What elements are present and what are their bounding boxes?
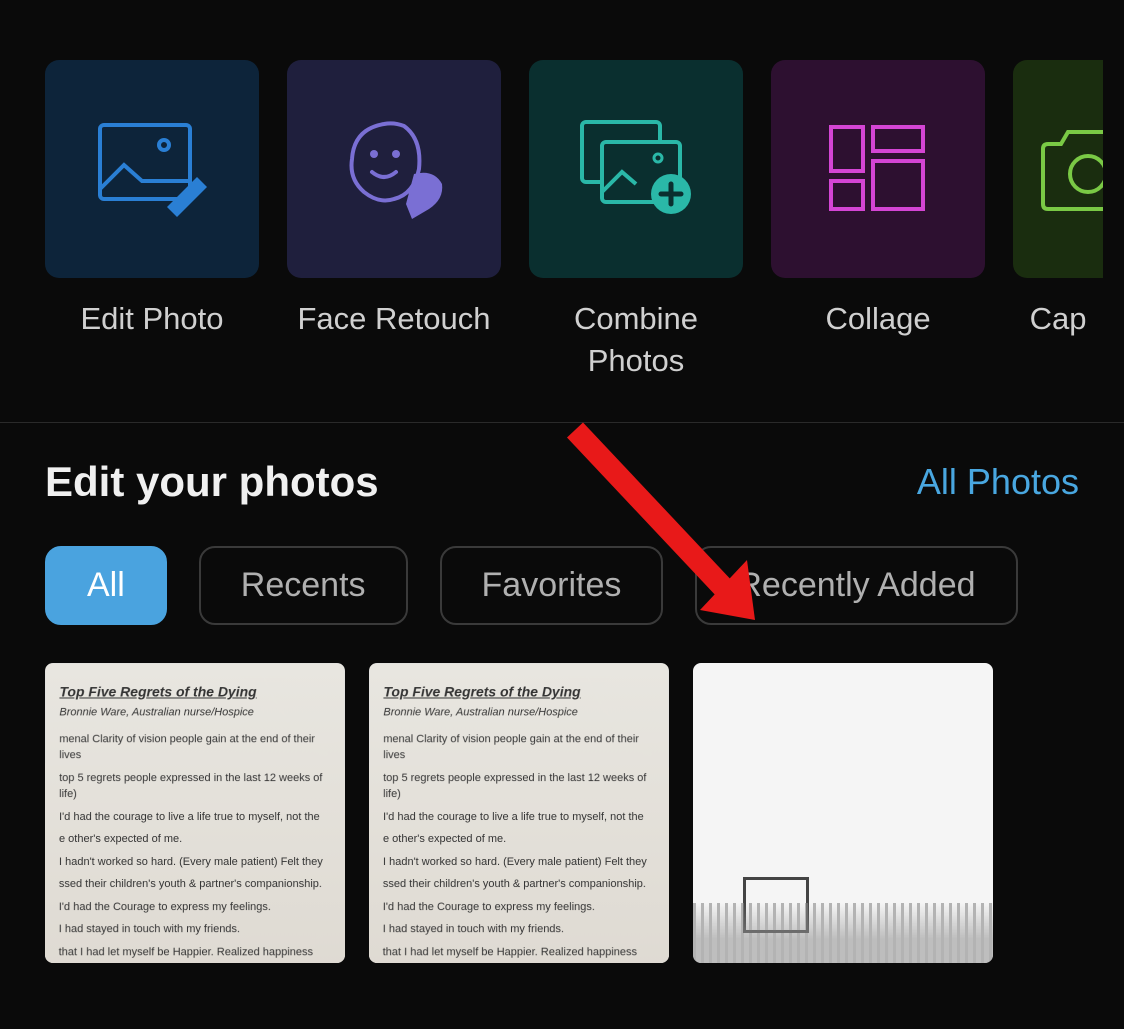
- tool-capture-partial[interactable]: Cap: [1013, 60, 1103, 382]
- photo-thumbnail[interactable]: Top Five Regrets of the Dying Bronnie Wa…: [45, 663, 345, 963]
- tool-tile-combine-photos[interactable]: [529, 60, 743, 278]
- photo-thumbnail[interactable]: Top Five Regrets of the Dying Bronnie Wa…: [369, 663, 669, 963]
- tool-label: Cap: [1030, 298, 1087, 340]
- tool-face-retouch[interactable]: Face Retouch: [287, 60, 501, 382]
- collage-icon: [823, 119, 933, 219]
- tool-label: Face Retouch: [298, 298, 491, 340]
- section-title: Edit your photos: [45, 458, 379, 506]
- camera-icon: [1033, 124, 1103, 214]
- edit-photo-icon: [92, 117, 212, 222]
- filter-all[interactable]: All: [45, 546, 167, 625]
- thumbnail-grid: Top Five Regrets of the Dying Bronnie Wa…: [45, 663, 1079, 963]
- tool-tile-edit-photo[interactable]: [45, 60, 259, 278]
- tool-tile-face-retouch[interactable]: [287, 60, 501, 278]
- tool-combine-photos[interactable]: Combine Photos: [529, 60, 743, 382]
- face-retouch-icon: [334, 114, 454, 224]
- thumbnail-content: Top Five Regrets of the Dying Bronnie Wa…: [369, 663, 669, 962]
- tool-collage[interactable]: Collage: [771, 60, 985, 382]
- photos-header: Edit your photos All Photos: [45, 458, 1079, 506]
- filter-recently-added[interactable]: Recently Added: [695, 546, 1017, 625]
- thumbnail-content: Top Five Regrets of the Dying Bronnie Wa…: [45, 663, 345, 962]
- tool-tile-capture[interactable]: [1013, 60, 1103, 278]
- tool-edit-photo[interactable]: Edit Photo: [45, 60, 259, 382]
- photos-section: Edit your photos All Photos All Recents …: [0, 423, 1124, 993]
- combine-photos-icon: [574, 114, 699, 224]
- filter-favorites[interactable]: Favorites: [440, 546, 664, 625]
- tool-label: Collage: [825, 298, 930, 340]
- tool-tile-collage[interactable]: [771, 60, 985, 278]
- tools-carousel: Edit Photo Face Retouch Combine: [0, 0, 1124, 412]
- photo-thumbnail[interactable]: [693, 663, 993, 963]
- tool-label: Edit Photo: [80, 298, 223, 340]
- filter-pills: All Recents Favorites Recently Added: [45, 546, 1079, 625]
- all-photos-link[interactable]: All Photos: [917, 461, 1079, 503]
- tool-label: Combine Photos: [529, 298, 743, 382]
- filter-recents[interactable]: Recents: [199, 546, 408, 625]
